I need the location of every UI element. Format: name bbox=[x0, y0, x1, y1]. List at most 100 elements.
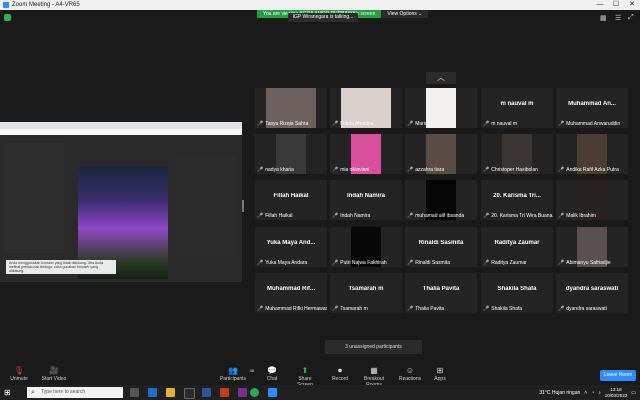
participant-name-label: 🎤 Tasya Rizqia Sahra bbox=[257, 121, 308, 127]
participant-name-label: 🎤 mia oktaviani bbox=[332, 167, 369, 173]
volume-icon[interactable]: ♪ bbox=[598, 390, 601, 396]
record-button[interactable]: ⏺ Record bbox=[331, 366, 349, 382]
participant-tile[interactable]: Indah Namira 🎤 Indah Namira bbox=[330, 180, 402, 220]
participant-display-name: Rinaldi Sasmita bbox=[418, 240, 464, 246]
participant-tile[interactable]: 🎤 mia oktaviani bbox=[330, 134, 402, 174]
shared-left-panel bbox=[4, 143, 64, 253]
participant-tile[interactable]: 🎤 azzahra tiara bbox=[405, 134, 477, 174]
reactions-icon: ☺ bbox=[405, 366, 415, 375]
participant-label-text: 20. Karisma Tri Wira Buana... bbox=[491, 213, 553, 219]
powerpoint-icon[interactable] bbox=[220, 388, 229, 397]
muted-mic-icon: 🎤 bbox=[483, 121, 490, 127]
participant-tile[interactable]: Tsamarah m 🎤 Tsamarah m bbox=[330, 273, 402, 313]
participant-display-name: Tsamarah m bbox=[348, 286, 384, 292]
participant-name-label: 🎤 Christoper Hasibolan bbox=[483, 167, 538, 173]
muted-mic-icon: 🎤 bbox=[558, 121, 565, 127]
participant-name-label: 🎤 Thalia Pavita bbox=[407, 306, 444, 312]
participant-label-text: muhamad alif ibsanda bbox=[415, 213, 465, 219]
unassigned-participants[interactable]: 3 unassigned participants bbox=[325, 340, 422, 354]
participant-tile[interactable]: 20. Karisma Tri... 🎤 20. Karisma Tri Wira … bbox=[481, 180, 553, 220]
store-icon[interactable] bbox=[184, 388, 195, 399]
start-video-button[interactable]: 🎥 Start Video bbox=[40, 366, 68, 382]
clock[interactable]: 13:18 10/03/2022 bbox=[605, 387, 628, 399]
participant-label-text: Tsamarah m bbox=[340, 306, 368, 312]
network-icon[interactable]: ◔ bbox=[591, 390, 594, 396]
participant-label-text: azzahra tiara bbox=[415, 167, 445, 173]
participant-tile[interactable]: 🎤 Tasya Rizqia Sahra bbox=[255, 88, 327, 128]
muted-mic-icon: 🎤 bbox=[332, 213, 339, 219]
edge-icon[interactable] bbox=[148, 388, 157, 397]
shared-browser-tabs bbox=[0, 122, 242, 129]
participant-tile[interactable]: dyandra saraswati 🎤 dyandra saraswati bbox=[556, 273, 628, 313]
fullscreen-icon[interactable]: ⤢ bbox=[628, 14, 634, 22]
participant-tile[interactable]: 🎤 Putri Najwa Fakhirah bbox=[330, 227, 402, 267]
gallery-view-icon[interactable]: ▦ bbox=[600, 14, 607, 22]
participant-tile[interactable]: Fillah Haikal 🎤 Fillah Haikal bbox=[255, 180, 327, 220]
muted-mic-icon: 🎤 bbox=[558, 213, 565, 219]
participant-label-text: Thalia Pavita bbox=[415, 306, 445, 312]
chat-icon: 💬 bbox=[267, 366, 277, 375]
participant-tile[interactable]: 🎤 Andika Rafif Azka Putra bbox=[556, 134, 628, 174]
participant-name-label: 🎤 azzahra tiara bbox=[407, 167, 444, 173]
word-icon[interactable] bbox=[202, 388, 211, 397]
participant-tile[interactable]: Shakila Shafa 🎤 Shakila Shafa bbox=[481, 273, 553, 313]
participant-tile[interactable]: m nauval m 🎤 m nauval m bbox=[481, 88, 553, 128]
zoom-taskbar-icon[interactable] bbox=[268, 388, 277, 397]
muted-mic-icon: 🎤 bbox=[483, 306, 490, 312]
participants-button[interactable]: 👥 38 Participants bbox=[218, 366, 254, 382]
file-explorer-icon[interactable] bbox=[166, 388, 175, 397]
muted-mic-icon: 🎤 bbox=[558, 167, 565, 173]
participant-tile[interactable]: 🎤 nadya kharia bbox=[255, 134, 327, 174]
participants-icon: 👥 38 bbox=[228, 366, 254, 375]
minimize-button[interactable]: — bbox=[592, 0, 608, 10]
participant-tile[interactable]: 🎤 muhamad alif ibsanda bbox=[405, 180, 477, 220]
shared-screen-view[interactable]: Anda menggunakan browser yang tidak didu… bbox=[0, 122, 242, 282]
muted-mic-icon: 🎤 bbox=[257, 306, 264, 312]
view-options-button[interactable]: View Options ⌄ bbox=[381, 10, 429, 18]
participant-tile[interactable]: 🎤 Fidela Amodya bbox=[330, 88, 402, 128]
taskbar-search-box[interactable]: ⌕ Type here to search bbox=[27, 387, 123, 398]
windows-start-icon[interactable]: ⊞ bbox=[4, 388, 13, 397]
participant-tile[interactable]: 🎤 Maria ... bbox=[405, 88, 477, 128]
participant-name-label: 🎤 Raditya Zaumar bbox=[483, 260, 527, 266]
reactions-button[interactable]: ☺ Reactions bbox=[398, 366, 422, 382]
muted-mic-icon: 🎤 bbox=[257, 213, 264, 219]
security-shield-icon[interactable] bbox=[4, 14, 11, 21]
notifications-icon[interactable]: ▭ bbox=[631, 390, 636, 396]
participant-tile[interactable]: Thalia Pavita 🎤 Thalia Pavita bbox=[405, 273, 477, 313]
clock-date: 10/03/2022 bbox=[604, 392, 628, 398]
participant-tile[interactable]: Muhammad Rif... 🎤 Muhammad Rifki Hermawan bbox=[255, 273, 327, 313]
search-placeholder: Type here to search bbox=[41, 389, 86, 395]
participant-tile[interactable]: 🎤 Christoper Hasibolan bbox=[481, 134, 553, 174]
view-icon[interactable]: ☰ bbox=[615, 14, 621, 22]
app-icon[interactable] bbox=[238, 388, 247, 397]
chat-button[interactable]: 💬 Chat bbox=[264, 366, 280, 382]
participant-tile[interactable]: Yuka Maya And... 🎤 Yuka Maya Andara bbox=[255, 227, 327, 267]
muted-mic-icon: 🎤 bbox=[257, 167, 264, 173]
participant-tile[interactable]: 🎤 Malik Ibrahim bbox=[556, 180, 628, 220]
participant-tile[interactable]: Muhammad An... 🎤 Muhammad Anwaruddin bbox=[556, 88, 628, 128]
maximize-button[interactable]: ☐ bbox=[608, 0, 624, 10]
participant-tile[interactable]: Raditya Zaumar 🎤 Raditya Zaumar bbox=[481, 227, 553, 267]
close-button[interactable]: ✕ bbox=[624, 0, 640, 10]
weather-text[interactable]: 31°C Hujan ringan bbox=[539, 390, 580, 396]
muted-mic-icon: 🎤 bbox=[332, 167, 339, 173]
leave-room-button[interactable]: Leave Room bbox=[600, 370, 636, 381]
task-view-icon[interactable] bbox=[130, 388, 139, 397]
participant-display-name: Indah Namira bbox=[346, 193, 385, 199]
participant-tile[interactable]: 🎤 Abimanyu Safriadjie bbox=[556, 227, 628, 267]
muted-mic-icon: 🎤 bbox=[483, 260, 490, 266]
unmute-button[interactable]: 🎙 Unmute bbox=[8, 366, 30, 382]
tray-arrow-icon[interactable]: ˄ bbox=[584, 390, 587, 396]
participant-tile[interactable]: Rinaldi Sasmita 🎤 Rinaldi Sasmita bbox=[405, 227, 477, 267]
split-resize-handle[interactable] bbox=[242, 200, 244, 212]
gallery-page-up-button[interactable]: ︿ bbox=[426, 72, 456, 84]
participant-label-text: Andika Rafif Azka Putra bbox=[566, 167, 619, 173]
apps-button[interactable]: ⊞ Apps bbox=[432, 366, 448, 382]
shared-browser-warning: Anda menggunakan browser yang tidak didu… bbox=[6, 260, 116, 274]
system-tray: 31°C Hujan ringan ˄ ◔ ♪ 13:18 10/03/2022… bbox=[535, 386, 636, 399]
chrome-icon[interactable] bbox=[250, 388, 259, 397]
participant-label-text: Raditya Zaumar bbox=[491, 260, 527, 266]
reactions-label: Reactions bbox=[398, 376, 422, 382]
participant-name-label: 🎤 Fillah Haikal bbox=[257, 213, 292, 219]
